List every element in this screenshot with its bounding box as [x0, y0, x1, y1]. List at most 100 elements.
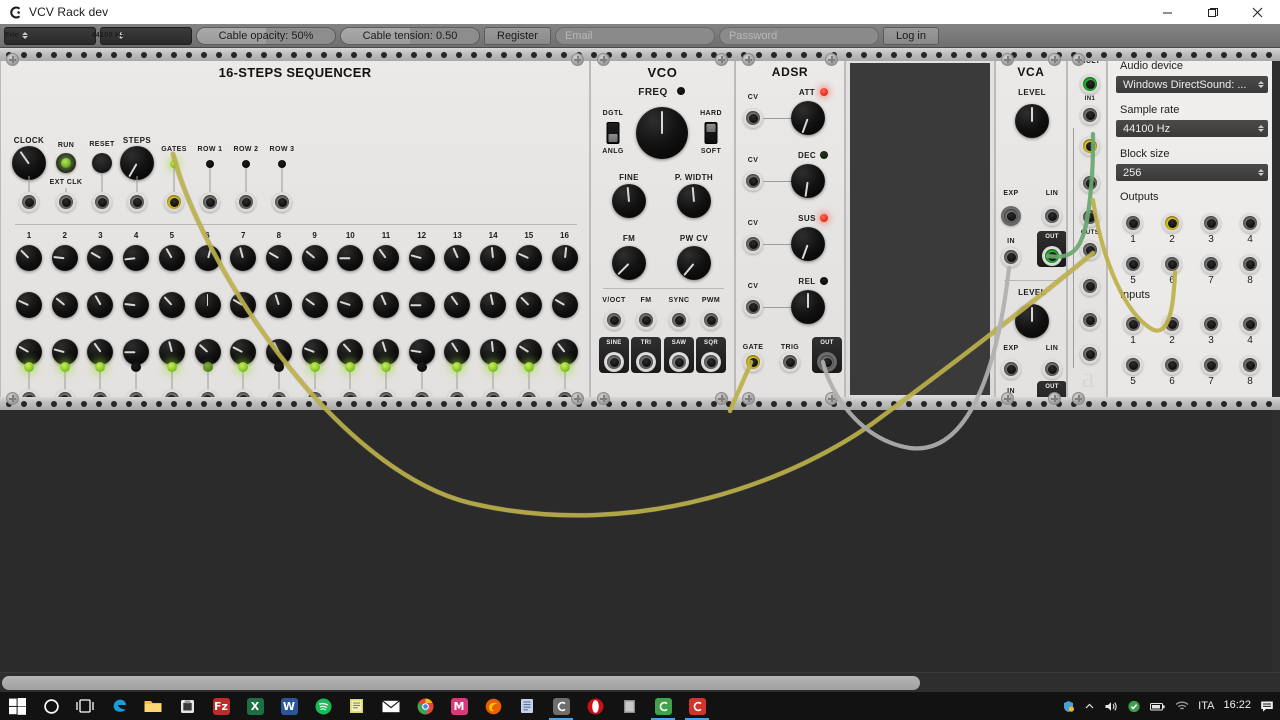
step-6-row1-knob[interactable]	[194, 245, 221, 271]
taskbar-item-vcv-rack-red[interactable]	[680, 692, 714, 720]
step-1-row1-knob[interactable]	[16, 245, 42, 271]
pwidth-knob[interactable]	[677, 184, 711, 218]
vca2-exp-jack[interactable]	[1001, 359, 1021, 379]
login-button[interactable]: Log in	[882, 26, 939, 45]
step-13-row2-knob[interactable]	[444, 292, 471, 318]
freq-knob[interactable]	[636, 107, 688, 159]
row2-output-jack[interactable]	[236, 192, 256, 212]
step-12-row1-knob[interactable]	[408, 245, 435, 271]
taskbar-item-notepad-plus[interactable]	[340, 692, 374, 720]
step-15-row1-knob[interactable]	[515, 245, 542, 271]
step-11-row2-knob[interactable]	[373, 292, 399, 318]
audio-output-jack-1[interactable]	[1123, 213, 1143, 233]
audio-output-jack-4[interactable]	[1240, 213, 1260, 233]
trig-input-jack[interactable]	[780, 352, 800, 372]
audio-sample-rate-select[interactable]: 44100 Hz	[1116, 120, 1268, 137]
step-3-gate-jack[interactable]	[90, 389, 111, 409]
mult-out-jack-3[interactable]	[1080, 310, 1100, 330]
dropbox-icon[interactable]	[1127, 700, 1141, 713]
step-11-gate-jack[interactable]	[376, 389, 396, 409]
audio-input-jack-8[interactable]	[1240, 355, 1260, 375]
file-menu-select[interactable]: File	[4, 26, 96, 45]
taskbar-item-excel[interactable]: X	[238, 692, 272, 720]
step-7-gate-jack[interactable]	[233, 389, 254, 409]
clock-knob[interactable]	[12, 146, 46, 180]
taskbar-item-task-view[interactable]	[68, 692, 102, 720]
tri-output-jack[interactable]	[636, 352, 656, 372]
step-10-row1-knob[interactable]	[337, 245, 364, 271]
fm-input-jack[interactable]	[636, 310, 656, 330]
step-9-row1-knob[interactable]	[301, 245, 328, 271]
step-5-row2-knob[interactable]	[158, 292, 185, 318]
wifi-icon[interactable]	[1175, 700, 1189, 712]
vca2-lin-jack[interactable]	[1042, 359, 1062, 379]
dec-cv-jack[interactable]	[743, 171, 763, 191]
module-adsr[interactable]: ADSR ATT CV DEC CV SUS CV REL CV GATE TR…	[735, 48, 845, 410]
module-audio-interface[interactable]: Audio device Windows DirectSound: ... Sa…	[1107, 48, 1275, 410]
cable-tension-slider[interactable]: Cable tension: 0.50	[340, 26, 480, 45]
minimize-icon[interactable]	[1145, 0, 1190, 24]
module-vca[interactable]: VCA LEVEL EXP LIN IN OUT LEVEL EXP LIN I…	[995, 48, 1067, 410]
vca2-level-knob[interactable]	[1015, 304, 1049, 338]
module-mult[interactable]: MULT IN1 OUTS a	[1067, 48, 1107, 410]
fm-knob[interactable]	[612, 246, 646, 280]
audio-input-jack-1[interactable]	[1123, 314, 1143, 334]
vca1-exp-jack[interactable]	[1001, 206, 1021, 226]
taskbar-item-file-explorer[interactable]	[136, 692, 170, 720]
row1-output-jack[interactable]	[200, 192, 220, 212]
pwcv-knob[interactable]	[677, 246, 711, 280]
gates-output-jack[interactable]	[164, 192, 184, 212]
vertical-scrollbar[interactable]	[1272, 48, 1280, 672]
vca1-level-knob[interactable]	[1015, 104, 1049, 138]
voct-input-jack[interactable]	[604, 310, 624, 330]
step-11-row1-knob[interactable]	[373, 245, 399, 271]
taskbar-item-chrome[interactable]	[408, 692, 442, 720]
step-2-gate-jack[interactable]	[54, 389, 75, 409]
step-6-row2-knob[interactable]	[194, 292, 221, 318]
audio-input-jack-5[interactable]	[1123, 355, 1143, 375]
taskbar-item-edge[interactable]	[102, 692, 136, 720]
step-1-row2-knob[interactable]	[16, 292, 42, 318]
reset-input-jack[interactable]	[92, 192, 112, 212]
step-14-row1-knob[interactable]	[480, 245, 507, 271]
action-center-icon[interactable]	[1260, 700, 1274, 713]
audio-block-size-select[interactable]: 256	[1116, 164, 1268, 181]
step-9-row2-knob[interactable]	[301, 292, 328, 318]
step-3-row2-knob[interactable]	[87, 292, 114, 318]
step-1-gate-jack[interactable]	[19, 389, 39, 409]
clock[interactable]: 16:22	[1223, 700, 1251, 712]
step-8-row2-knob[interactable]	[265, 292, 292, 318]
saw-output-jack[interactable]	[669, 352, 689, 372]
vca1-out-jack[interactable]	[1042, 246, 1062, 266]
audio-input-jack-4[interactable]	[1240, 314, 1260, 334]
step-14-row2-knob[interactable]	[480, 292, 507, 318]
rack-canvas[interactable]: 16-STEPS SEQUENCER CLOCK RUN RESET STEPS…	[0, 48, 1280, 672]
rel-knob[interactable]	[791, 290, 825, 324]
step-12-row2-knob[interactable]	[408, 292, 435, 318]
taskbar-item-pdf-reader[interactable]	[612, 692, 646, 720]
taskbar-item-opera[interactable]	[578, 692, 612, 720]
module-sequencer[interactable]: 16-STEPS SEQUENCER CLOCK RUN RESET STEPS…	[0, 48, 590, 410]
step-4-row1-knob[interactable]	[123, 245, 150, 271]
step-5-gate-jack[interactable]	[161, 389, 182, 409]
reset-button[interactable]	[92, 153, 112, 173]
step-8-row1-knob[interactable]	[265, 245, 292, 271]
steps-knob[interactable]	[120, 146, 154, 180]
row3-output-jack[interactable]	[272, 192, 292, 212]
audio-input-jack-3[interactable]	[1201, 314, 1221, 334]
audio-device-select[interactable]: Windows DirectSound: ...	[1116, 76, 1268, 93]
taskbar-item-mail[interactable]	[374, 692, 408, 720]
taskbar-item-word[interactable]: W	[272, 692, 306, 720]
sine-output-jack[interactable]	[604, 352, 624, 372]
rel-cv-jack[interactable]	[743, 297, 763, 317]
step-3-row1-knob[interactable]	[87, 245, 114, 271]
chevron-up-icon[interactable]	[1084, 701, 1095, 712]
audio-input-jack-6[interactable]	[1162, 355, 1182, 375]
att-cv-jack[interactable]	[743, 108, 763, 128]
password-field[interactable]: Password	[718, 26, 879, 45]
step-10-row2-knob[interactable]	[337, 292, 364, 318]
mult-out-jack-2[interactable]	[1080, 276, 1100, 296]
taskbar-item-store[interactable]	[170, 692, 204, 720]
mult-jack-4[interactable]	[1080, 173, 1100, 193]
audio-input-jack-2[interactable]	[1162, 314, 1182, 334]
